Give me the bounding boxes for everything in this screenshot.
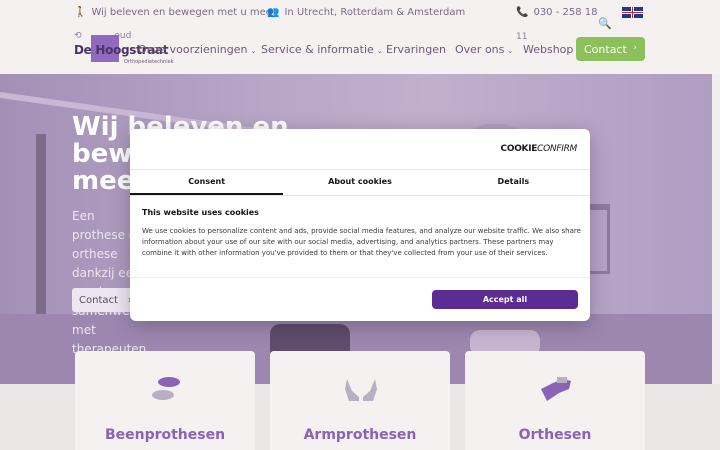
nav-item-over-ons[interactable]: Over ons ⌄ (455, 43, 513, 56)
locations: 👥 In Utrecht, Rotterdam & Amsterdam (267, 7, 465, 18)
nav-item-voorzieningen[interactable]: Onze voorzieningen ⌄ (138, 43, 256, 56)
nav-item-ervaringen[interactable]: Ervaringen (386, 43, 446, 56)
nav-item-label: Webshop (523, 43, 574, 56)
top-info-bar: 🚶 Wij beleven en bewegen met u mee! 👥 In… (0, 0, 720, 26)
search-icon[interactable]: 🔍 (598, 17, 612, 30)
brace-icon (541, 377, 571, 401)
card-beenprothesen[interactable]: Beenprothesen (75, 351, 255, 450)
counter: 11 (516, 32, 528, 42)
nav-item-webshop[interactable]: Webshop (523, 43, 573, 56)
tab-about-cookies[interactable]: About cookies (283, 170, 436, 195)
chevron-down-icon: ⌄ (507, 47, 514, 55)
nav-item-service[interactable]: Service & informatie ⌄ (261, 43, 383, 56)
nav-item-label: Service & informatie (261, 43, 374, 56)
people-icon: 👥 (267, 7, 280, 18)
walking-person-icon: 🚶 (74, 7, 87, 18)
nav-item-label: Ervaringen (386, 43, 446, 56)
contact-button[interactable]: Contact › (576, 37, 645, 61)
cookie-heading: This website uses cookies (142, 208, 259, 217)
phone-icon: 📞 (516, 7, 529, 18)
brand-part-c: CONFIRM (537, 144, 577, 154)
hands-icon (345, 379, 377, 401)
cookie-body: We use cookies to personalize content an… (142, 227, 581, 257)
phone-text[interactable]: 030 - 258 18 (533, 7, 597, 18)
hero-contact-button[interactable]: Contact › (72, 288, 132, 312)
card-title: Beenprothesen (104, 427, 226, 443)
hero-parallel-bar (36, 134, 46, 324)
chevron-down-icon: ⌄ (250, 47, 257, 55)
chevron-right-icon: › (633, 43, 637, 53)
divider (130, 277, 590, 278)
hero-contact-label: Contact (79, 294, 118, 306)
card-armprothesen[interactable]: Armprothesen (270, 351, 450, 450)
nav-item-label: Over ons (455, 43, 505, 56)
brand-part-b: OOKIE (506, 144, 538, 154)
nav-item-label: Onze voorzieningen (138, 43, 248, 56)
tagline: 🚶 Wij beleven en bewegen met u mee! (74, 7, 276, 18)
cookie-tabs: Consent About cookies Details (130, 170, 590, 195)
cookie-dialog: COOKIECONFIRM Consent About cookies Deta… (130, 129, 590, 321)
divider (130, 195, 590, 196)
history-icon: ⟲ (74, 31, 82, 41)
main-nav: ⟲ oud 11 De Hoogstraat Orthopedietechnie… (0, 7, 720, 74)
card-title: Armprothesen (303, 427, 417, 443)
chevron-down-icon: ⌄ (376, 47, 383, 55)
tagline-text: Wij beleven en bewegen met u mee! (91, 7, 276, 18)
cookieconfirm-logo: COOKIECONFIRM (501, 144, 578, 154)
contact-button-label: Contact (584, 42, 627, 56)
tab-consent[interactable]: Consent (130, 170, 284, 195)
phone[interactable]: 📞 030 - 258 18 (516, 7, 598, 18)
uk-flag-icon[interactable] (622, 7, 643, 18)
card-orthesen[interactable]: Orthesen (465, 351, 645, 450)
locations-text: In Utrecht, Rotterdam & Amsterdam (284, 7, 466, 18)
tab-details[interactable]: Details (437, 170, 590, 195)
card-title: Orthesen (518, 427, 592, 443)
footprints-icon (152, 377, 180, 400)
logo-subtitle: Orthopedietechniek (124, 59, 174, 65)
accept-all-button[interactable]: Accept all (432, 290, 578, 309)
